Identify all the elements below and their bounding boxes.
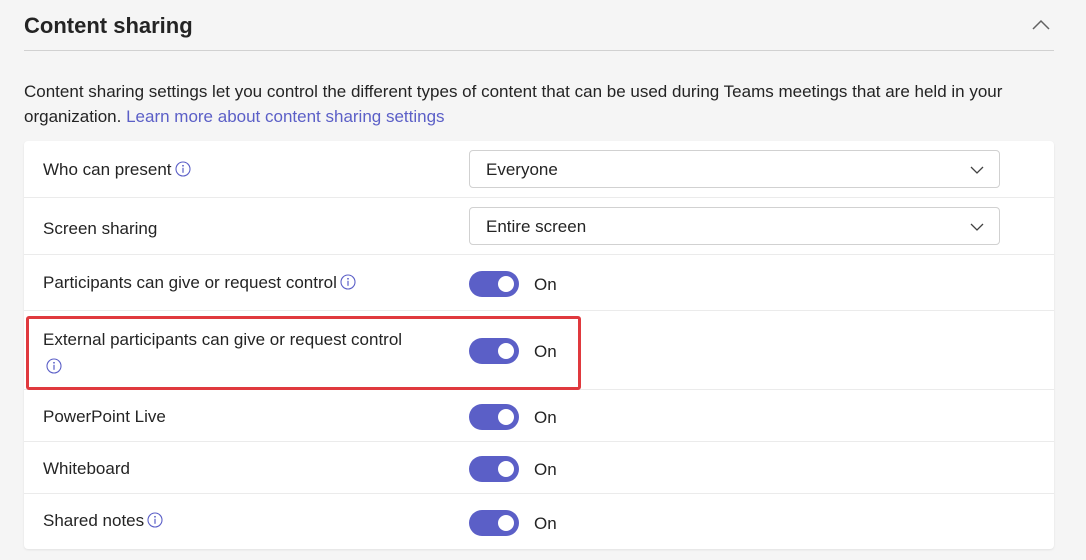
info-icon[interactable] [340,274,356,290]
chevron-down-icon [970,166,984,174]
toggle-knob [498,343,514,359]
toggle-state-text: On [534,408,557,427]
chevron-up-icon [1032,19,1050,30]
setting-row-external-control: External participants can give or reques… [24,311,1054,390]
setting-label: Screen sharing [43,219,158,238]
setting-row-powerpoint-live: PowerPoint Live On [24,390,1054,442]
toggle-state-text: On [534,342,557,361]
settings-card: Who can present Everyone Screen sharing … [24,141,1054,549]
who-can-present-dropdown[interactable]: Everyone [469,150,1000,188]
toggle-knob [498,461,514,477]
info-icon[interactable] [147,512,163,528]
toggle-knob [498,409,514,425]
participants-control-toggle[interactable] [469,271,519,297]
setting-label: External participants can give or reques… [43,330,403,349]
setting-label: Whiteboard [43,459,130,478]
external-control-toggle[interactable] [469,338,519,364]
toggle-state-text: On [534,514,557,533]
setting-row-shared-notes: Shared notes On [24,494,1054,549]
screen-sharing-dropdown[interactable]: Entire screen [469,207,1000,245]
setting-row-who-can-present: Who can present Everyone [24,141,1054,198]
setting-label: Shared notes [43,511,145,530]
toggle-state-text: On [534,460,557,479]
toggle-knob [498,515,514,531]
info-icon[interactable] [46,358,62,374]
toggle-knob [498,276,514,292]
setting-row-participants-control: Participants can give or request control… [24,255,1054,311]
whiteboard-toggle[interactable] [469,456,519,482]
collapse-button[interactable] [1030,14,1052,36]
dropdown-value: Entire screen [486,217,587,236]
learn-more-link[interactable]: Learn more about content sharing setting… [126,107,444,126]
section-description: Content sharing settings let you control… [24,79,1064,129]
powerpoint-live-toggle[interactable] [469,404,519,430]
section-title: Content sharing [24,13,193,38]
shared-notes-toggle[interactable] [469,510,519,536]
setting-label: PowerPoint Live [43,407,166,426]
toggle-state-text: On [534,275,557,294]
setting-label: Participants can give or request control [43,273,337,292]
setting-label: Who can present [43,160,172,179]
info-icon[interactable] [174,161,191,177]
setting-row-whiteboard: Whiteboard On [24,442,1054,494]
chevron-down-icon [970,223,984,231]
dropdown-value: Everyone [486,160,558,179]
section-header: Content sharing [24,0,1054,51]
setting-row-screen-sharing: Screen sharing Entire screen [24,198,1054,255]
